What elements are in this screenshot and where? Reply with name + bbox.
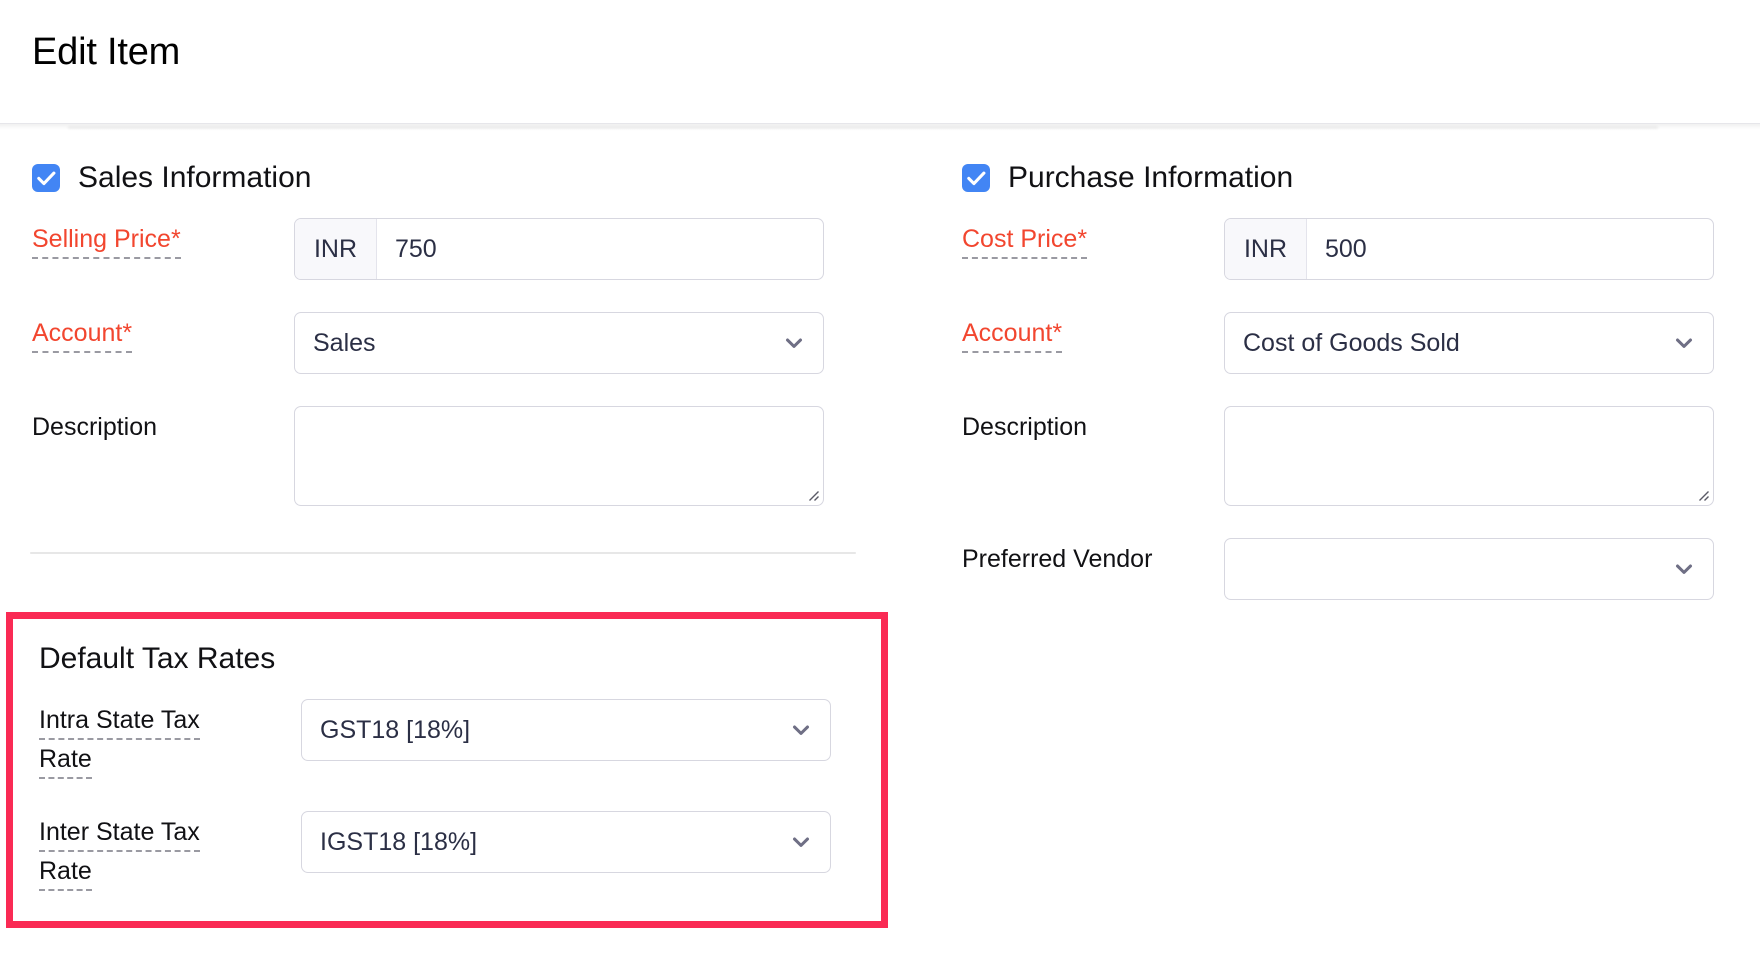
intra-state-tax-label: Intra State Tax Rate [39, 699, 301, 779]
check-icon [36, 171, 55, 185]
resize-grip-icon[interactable] [1694, 486, 1710, 502]
cost-price-control: INR [1224, 218, 1714, 280]
inter-state-tax-select[interactable]: IGST18 [18%] [301, 811, 831, 873]
inter-state-tax-row: Inter State Tax Rate IGST18 [18%] [39, 811, 881, 891]
preferred-vendor-control [1224, 538, 1714, 600]
purchase-description-row: Description [962, 406, 1760, 506]
chevron-down-icon [793, 837, 809, 847]
selling-price-input[interactable] [377, 219, 823, 279]
purchase-information-column: Purchase Information Cost Price* INR Acc… [900, 156, 1760, 600]
inter-state-tax-control: IGST18 [18%] [301, 811, 831, 873]
intra-state-tax-select[interactable]: GST18 [18%] [301, 699, 831, 761]
purchase-information-title: Purchase Information [1008, 161, 1294, 194]
cost-price-label: Cost Price* [962, 218, 1224, 259]
page-header: Edit Item [0, 0, 1760, 124]
sales-account-control: Sales [294, 312, 824, 374]
default-tax-rates-title: Default Tax Rates [39, 642, 276, 675]
selling-price-control: INR [294, 218, 824, 280]
sales-information-checkbox[interactable] [32, 164, 60, 192]
cost-price-currency-prefix: INR [1225, 219, 1307, 279]
chevron-down-icon [1676, 338, 1692, 348]
cost-price-row: Cost Price* INR [962, 218, 1760, 280]
sales-information-header: Sales Information [32, 156, 900, 200]
page-title: Edit Item [32, 31, 181, 73]
selling-price-row: Selling Price* INR [32, 218, 900, 280]
preferred-vendor-row: Preferred Vendor [962, 538, 1760, 600]
purchase-description-textarea[interactable] [1224, 406, 1714, 506]
sales-description-row: Description [32, 406, 900, 506]
sales-account-value: Sales [313, 328, 376, 357]
preferred-vendor-select[interactable] [1224, 538, 1714, 600]
sales-information-column: Sales Information Selling Price* INR Acc… [0, 156, 900, 554]
cost-price-input[interactable] [1307, 219, 1713, 279]
purchase-account-row: Account* Cost of Goods Sold [962, 312, 1760, 374]
preferred-vendor-label: Preferred Vendor [962, 545, 1153, 573]
chevron-down-icon [793, 725, 809, 735]
intra-state-tax-value: GST18 [18%] [320, 715, 471, 744]
sales-account-row: Account* Sales [32, 312, 900, 374]
purchase-account-control: Cost of Goods Sold [1224, 312, 1714, 374]
sales-description-textarea[interactable] [294, 406, 824, 506]
tax-section-divider [30, 552, 856, 554]
chevron-down-icon [1676, 564, 1692, 574]
purchase-information-header: Purchase Information [962, 156, 1760, 200]
inter-state-tax-label: Inter State Tax Rate [39, 811, 301, 891]
purchase-information-checkbox[interactable] [962, 164, 990, 192]
purchase-description-label: Description [962, 413, 1088, 441]
sales-account-select[interactable]: Sales [294, 312, 824, 374]
default-tax-rates-highlight: Default Tax Rates Intra State Tax Rate G… [6, 612, 888, 928]
purchase-description-control [1224, 406, 1714, 506]
intra-state-tax-row: Intra State Tax Rate GST18 [18%] [39, 699, 881, 779]
cost-price-field[interactable]: INR [1224, 218, 1714, 280]
inter-state-tax-value: IGST18 [18%] [320, 827, 478, 856]
sales-account-label: Account* [32, 312, 294, 353]
check-icon [966, 171, 985, 185]
edit-item-page: Edit Item Sales Information Selling Pric… [0, 0, 1760, 980]
selling-price-label: Selling Price* [32, 218, 294, 259]
purchase-account-select[interactable]: Cost of Goods Sold [1224, 312, 1714, 374]
header-shadow-accent [68, 126, 1658, 129]
resize-grip-icon[interactable] [804, 486, 820, 502]
selling-price-currency-prefix: INR [295, 219, 377, 279]
selling-price-field[interactable]: INR [294, 218, 824, 280]
sales-description-label: Description [32, 413, 158, 441]
sales-description-control [294, 406, 824, 506]
purchase-account-label: Account* [962, 312, 1224, 353]
sales-information-title: Sales Information [78, 161, 312, 194]
chevron-down-icon [786, 338, 802, 348]
purchase-account-value: Cost of Goods Sold [1243, 328, 1460, 357]
intra-state-tax-control: GST18 [18%] [301, 699, 831, 761]
